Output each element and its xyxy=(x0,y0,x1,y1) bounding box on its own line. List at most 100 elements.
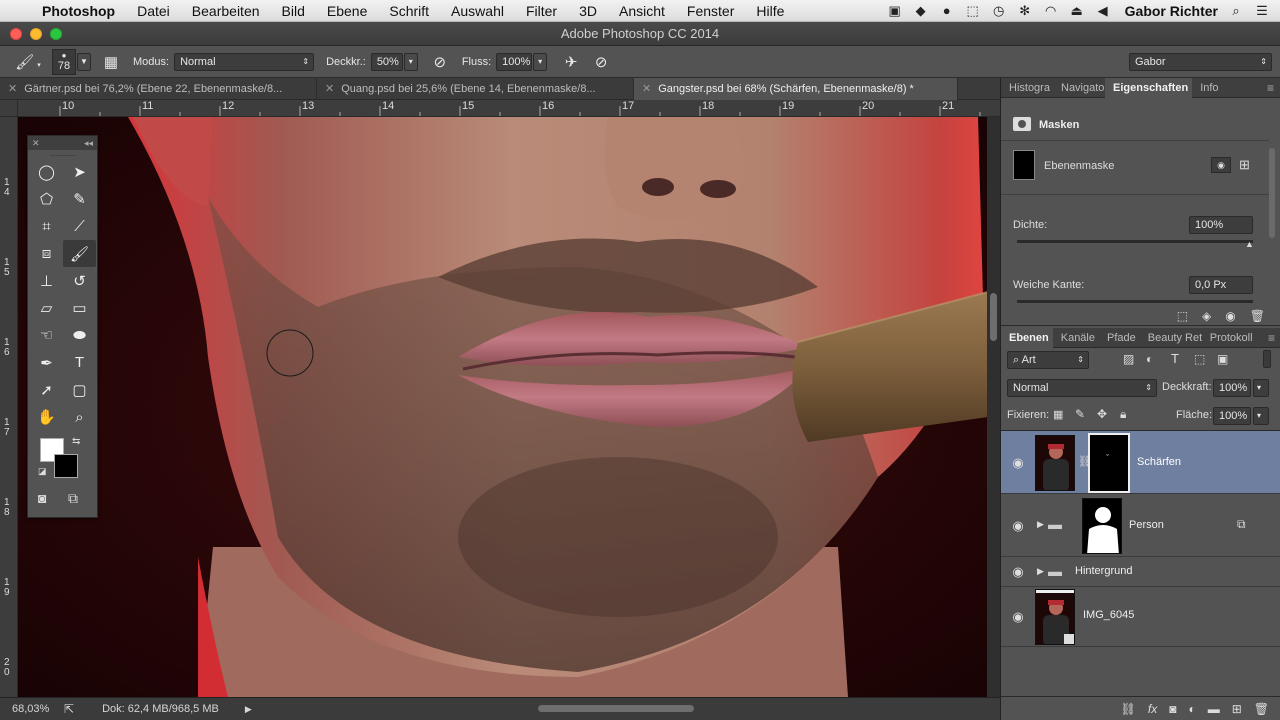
add-layer-style-icon[interactable]: fx xyxy=(1148,702,1157,716)
link-layers-icon[interactable]: ⛓ xyxy=(1121,702,1136,716)
horizontal-ruler[interactable]: 10 11 12 13 14 15 16 17 18 19 20 21 xyxy=(18,100,1000,117)
eyedropper-tool-icon[interactable]: ⟋ xyxy=(63,213,96,240)
delete-mask-icon[interactable]: 🗑︎ xyxy=(1250,309,1265,323)
menu-bild[interactable]: Bild xyxy=(271,3,316,19)
horizontal-scroll-thumb[interactable] xyxy=(538,705,694,712)
apply-mask-icon[interactable]: ◈ xyxy=(1202,309,1211,323)
elliptical-marquee-tool-icon[interactable]: ◯ xyxy=(30,158,63,185)
tab-quang[interactable]: ✕ Quang.psd bei 25,6% (Ebene 14, Ebenenma… xyxy=(317,78,634,100)
info-menu-arrow-icon[interactable]: ▶ xyxy=(245,704,252,715)
pressure-size-icon[interactable]: ⊘ xyxy=(589,53,613,71)
toggle-mask-icon[interactable]: ◉ xyxy=(1225,309,1235,323)
healing-brush-tool-icon[interactable]: ⧈ xyxy=(30,240,63,267)
blend-mode-select[interactable]: Normal ⇕ xyxy=(1007,379,1157,397)
vector-mask-button[interactable]: ⊞ xyxy=(1239,157,1250,173)
tab-navigator[interactable]: Navigato xyxy=(1053,78,1105,98)
layer-filter-select[interactable]: ⌕ Art ⇕ xyxy=(1007,351,1089,369)
menu-hilfe[interactable]: Hilfe xyxy=(745,3,795,19)
new-layer-icon[interactable]: ⊞ xyxy=(1232,702,1242,716)
workspace-select[interactable]: Gabor ⇕ xyxy=(1129,52,1272,71)
mask-thumbnail[interactable] xyxy=(1013,150,1035,180)
tab-gangster[interactable]: ✕ Gangster.psd bei 68% (Schärfen, Ebenenm… xyxy=(634,78,958,100)
gradient-tool-icon[interactable]: ▭ xyxy=(63,294,96,321)
filter-shape-icon[interactable]: ⬚ xyxy=(1194,352,1205,366)
layer-name[interactable]: IMG_6045 xyxy=(1083,609,1134,621)
menu-datei[interactable]: Datei xyxy=(126,3,181,19)
evernote-icon[interactable]: ● xyxy=(939,3,955,18)
vertical-scrollbar[interactable] xyxy=(987,117,1000,697)
group-mask-thumbnail[interactable] xyxy=(1082,498,1122,554)
feather-field[interactable]: 0,0 Px xyxy=(1189,276,1253,294)
rectangle-tool-icon[interactable]: ▢ xyxy=(63,376,96,403)
add-mask-icon[interactable]: ◙ xyxy=(1169,702,1176,716)
layer-name[interactable]: Schärfen xyxy=(1137,456,1181,468)
visibility-eye-icon[interactable]: ◉ xyxy=(1009,518,1027,534)
density-slider[interactable] xyxy=(1017,240,1253,243)
background-color-swatch[interactable] xyxy=(54,454,78,478)
path-selection-tool-icon[interactable]: ➚ xyxy=(30,376,63,403)
time-machine-icon[interactable]: ◷ xyxy=(991,3,1007,19)
smudge-tool-icon[interactable]: ☜ xyxy=(30,322,63,349)
wifi-icon[interactable]: ◠ xyxy=(1043,3,1059,19)
tab-info[interactable]: Info xyxy=(1192,78,1222,98)
tab-layers[interactable]: Ebenen xyxy=(1001,327,1053,348)
smart-filter-icon[interactable]: ⧉ xyxy=(1237,517,1246,532)
chevron-down-icon[interactable]: ▼ xyxy=(77,52,91,71)
pixel-mask-button[interactable]: ◉ xyxy=(1211,157,1231,173)
lock-pixels-icon[interactable]: ✎ xyxy=(1075,407,1085,421)
eraser-tool-icon[interactable]: ▱ xyxy=(30,294,63,321)
delete-layer-icon[interactable]: 🗑︎ xyxy=(1254,702,1269,716)
lock-position-icon[interactable]: ✥ xyxy=(1097,407,1107,421)
pen-tool-icon[interactable]: ✒ xyxy=(30,349,63,376)
document-info[interactable]: Dok: 62,4 MB/968,5 MB xyxy=(102,703,219,715)
notification-center-icon[interactable]: ☰ xyxy=(1254,3,1270,19)
move-tool-icon[interactable]: ➤ xyxy=(63,158,96,185)
panel-menu-icon[interactable]: ≡ xyxy=(1267,81,1280,95)
display-icon[interactable]: ▣ xyxy=(887,3,903,19)
close-icon[interactable]: ✕ xyxy=(642,83,651,95)
layer-row-person[interactable]: ◉ ▶ ▬ Person ⧉ xyxy=(1001,494,1280,557)
load-selection-icon[interactable]: ⬚ xyxy=(1177,309,1188,323)
menu-ebene[interactable]: Ebene xyxy=(316,3,378,19)
document-canvas[interactable] xyxy=(18,117,988,697)
layer-mask-thumbnail[interactable]: ˇ xyxy=(1088,433,1130,493)
ruler-origin[interactable] xyxy=(0,100,18,117)
filter-pixel-icon[interactable]: ▨ xyxy=(1123,352,1134,366)
polygonal-lasso-tool-icon[interactable]: ⬠ xyxy=(30,185,63,212)
menu-schrift[interactable]: Schrift xyxy=(378,3,440,19)
layer-fill-field[interactable]: 100% xyxy=(1213,407,1251,425)
spotlight-search-icon[interactable]: ⌕ xyxy=(1228,3,1244,19)
flow-field[interactable]: 100% xyxy=(496,52,533,71)
menu-app-photoshop[interactable]: Photoshop xyxy=(38,3,126,19)
lock-transparent-icon[interactable]: ▦ xyxy=(1053,408,1063,421)
brush-tool-icon[interactable]: 🖌︎ xyxy=(63,239,96,268)
tab-histogram[interactable]: Histogra xyxy=(1001,78,1053,98)
properties-scrollbar[interactable] xyxy=(1269,148,1275,238)
flow-dropdown[interactable]: ▾ xyxy=(533,52,548,71)
menu-fenster[interactable]: Fenster xyxy=(676,3,745,19)
opacity-dropdown[interactable]: ▾ xyxy=(403,52,418,71)
volume-icon[interactable]: ◀ xyxy=(1095,3,1111,19)
screenshot-icon[interactable]: ⬚ xyxy=(965,3,981,19)
user-name[interactable]: Gabor Richter xyxy=(1125,3,1218,19)
density-slider-handle[interactable]: ▲ xyxy=(1245,239,1254,249)
airbrush-icon[interactable]: ✈ xyxy=(559,53,583,71)
panel-menu-icon[interactable]: ≡ xyxy=(1268,331,1280,345)
bluetooth-icon[interactable]: ✻ xyxy=(1017,3,1033,19)
menu-3d[interactable]: 3D xyxy=(568,3,608,19)
default-colors-icon[interactable]: ◪ xyxy=(38,466,47,477)
layer-name[interactable]: Person xyxy=(1129,519,1164,531)
layer-thumbnail[interactable] xyxy=(1035,589,1075,645)
new-adjustment-layer-icon[interactable]: ◐ xyxy=(1188,702,1195,716)
brush-panel-icon[interactable]: ▦ xyxy=(99,53,123,71)
visibility-eye-icon[interactable]: ◉ xyxy=(1009,609,1027,625)
type-tool-icon[interactable]: T xyxy=(63,349,96,376)
layer-row-img-6045[interactable]: ◉ IMG_6045 xyxy=(1001,587,1280,647)
fill-dropdown[interactable]: ▾ xyxy=(1253,407,1269,425)
filter-toggle-switch[interactable] xyxy=(1263,350,1271,368)
lock-all-icon[interactable]: 🔒︎ xyxy=(1120,407,1126,422)
feather-slider[interactable] xyxy=(1017,300,1253,303)
close-icon[interactable]: ✕ xyxy=(325,83,334,95)
menu-filter[interactable]: Filter xyxy=(515,3,568,19)
filter-type-icon[interactable]: T xyxy=(1171,351,1179,366)
